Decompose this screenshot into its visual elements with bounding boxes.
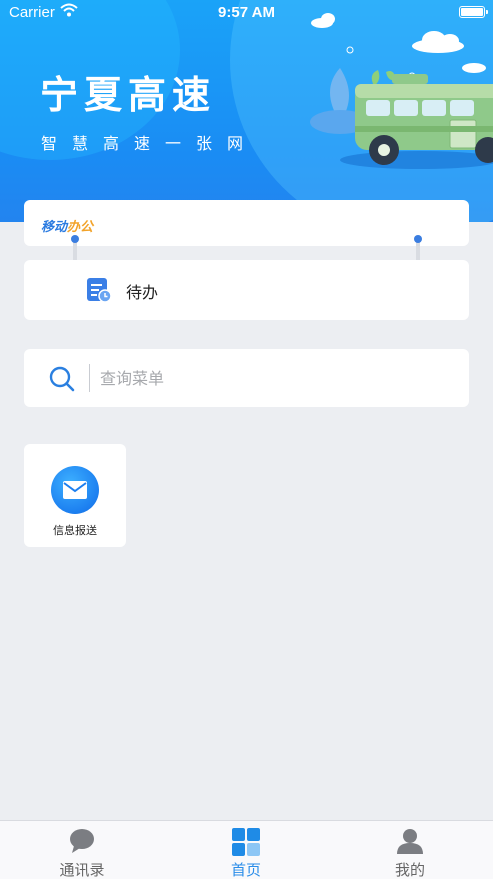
mobile-office-header: 移动办公 [24,200,469,246]
tab-home[interactable]: 首页 [164,821,328,879]
logo-text-main: 移动 [41,220,68,235]
connector-dot [414,235,422,243]
tab-contacts[interactable]: 通讯录 [0,821,164,879]
mobile-office-logo: 移动办公 [41,216,93,235]
todo-document-icon [86,277,112,307]
app-tile-label: 信息报送 [53,524,97,537]
logo-text-accent: 办公 [67,220,94,235]
tab-profile[interactable]: 我的 [328,821,492,879]
person-icon [397,828,423,858]
chat-bubble-icon [68,828,96,858]
grid-icon [232,828,260,860]
mail-icon [51,466,99,514]
todo-card[interactable]: 待办 [24,260,469,320]
tab-home-label: 首页 [230,861,261,879]
connector-dot [71,235,79,243]
bottom-tab-bar: 通讯录 首页 我的 [0,820,493,879]
app-subtitle: 智慧高速一张网 [41,134,259,153]
search-bar [24,349,469,407]
todo-label: 待办 [126,283,159,302]
search-divider [89,364,90,392]
tab-contacts-label: 通讯录 [59,861,105,879]
app-tile-info-report[interactable]: 信息报送 [24,444,126,547]
search-icon[interactable] [48,365,76,397]
bus-illustration [300,10,493,180]
search-input[interactable] [100,359,450,397]
tab-profile-label: 我的 [394,861,425,879]
app-title: 宁夏高速 [40,73,217,117]
header-banner: Carrier 9:57 AM 宁夏高速 智慧高速一张网 [0,0,493,222]
